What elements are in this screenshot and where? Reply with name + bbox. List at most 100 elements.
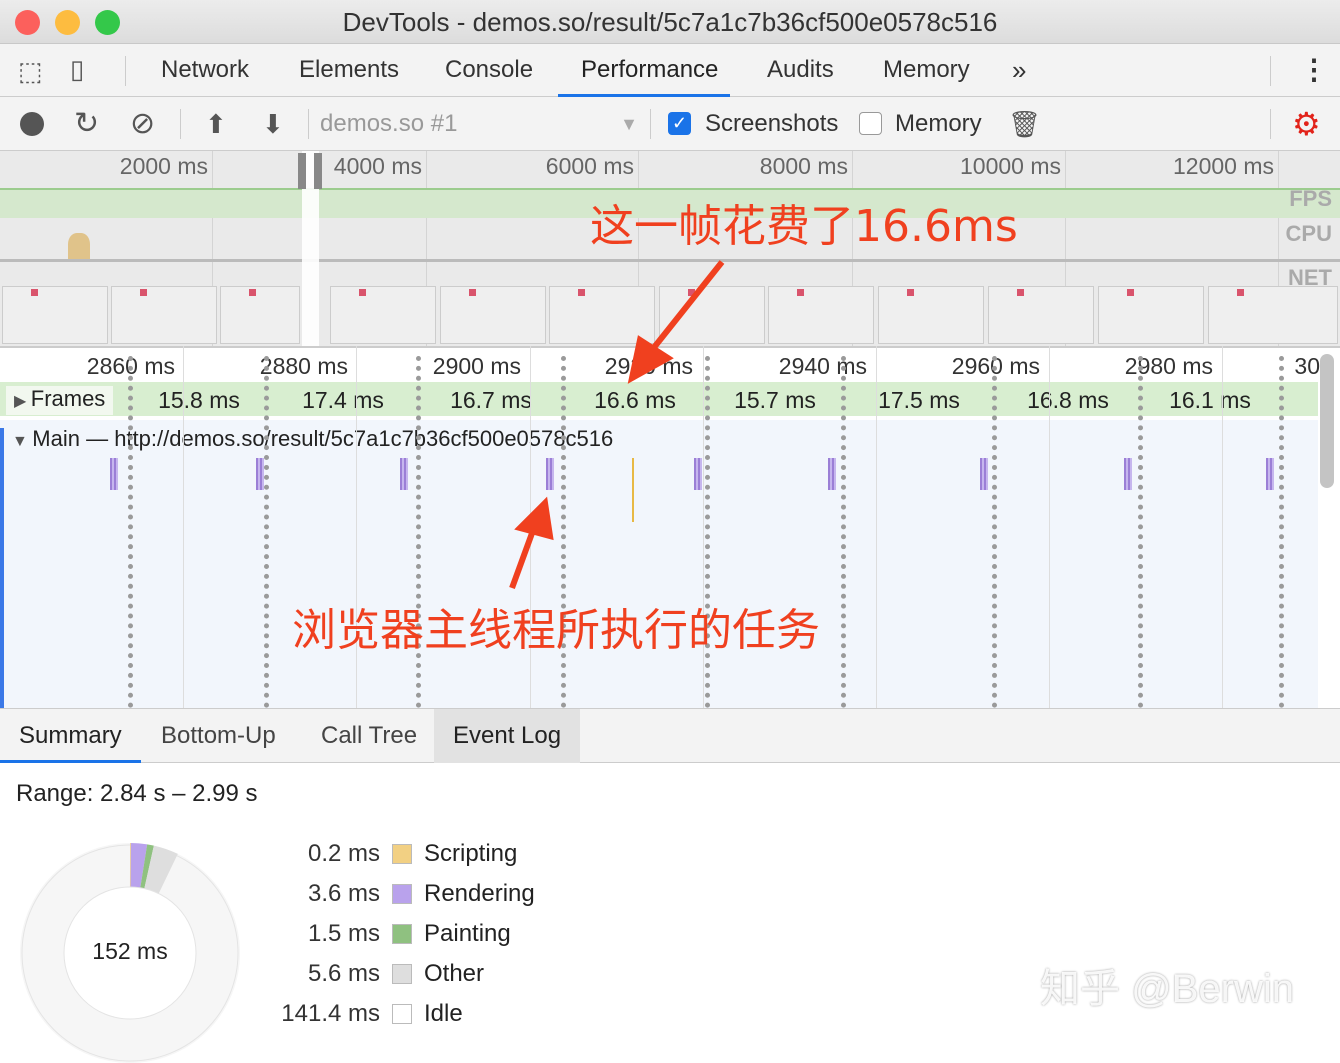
load-profile-icon[interactable]: ⬆ [205, 97, 227, 151]
rendering-task[interactable] [828, 458, 836, 490]
ruler-tick: 2940 ms [727, 350, 867, 382]
legend-label: Scripting [424, 840, 517, 867]
devtools-tab-bar: ⬚ ▯ Network Elements Console Performance… [0, 44, 1340, 97]
record-icon[interactable] [20, 112, 44, 136]
legend-painting: 1.5 ms Painting [270, 919, 570, 949]
details-tab-bar: Summary Bottom-Up Call Tree Event Log [0, 708, 1340, 763]
timeline-scrollbar[interactable] [1320, 354, 1334, 488]
target-select[interactable]: demos.so #1▼ [320, 97, 638, 151]
rendering-task[interactable] [694, 458, 702, 490]
frame-duration[interactable]: 17.4 ms [278, 382, 408, 418]
screenshot-thumbnail [768, 286, 874, 344]
frame-duration[interactable]: 15.7 ms [710, 382, 840, 418]
save-profile-icon[interactable]: ⬇ [262, 97, 284, 151]
ruler-tick: 30 [1180, 350, 1320, 382]
legend-value: 5.6 ms [270, 959, 380, 989]
main-track-header[interactable]: ▼ Main — http://demos.so/result/5c7a1c7b… [12, 426, 613, 452]
minimize-window-button[interactable] [55, 10, 80, 35]
tab-memory[interactable]: Memory [883, 44, 970, 97]
screenshot-thumbnail [330, 286, 436, 344]
legend-value: 3.6 ms [270, 879, 380, 909]
title-bar: DevTools - demos.so/result/5c7a1c7b36cf5… [0, 0, 1340, 44]
rendering-task[interactable] [256, 458, 264, 490]
screenshot-thumbnail [1208, 286, 1338, 344]
collapse-arrow-icon: ▼ [12, 433, 32, 450]
frame-duration[interactable]: 16.8 ms [1003, 382, 1133, 418]
tab-performance[interactable]: Performance [558, 44, 730, 97]
ruler-tick: 2860 ms [35, 350, 175, 382]
scripting-task[interactable] [632, 458, 634, 522]
legend-swatch [392, 924, 412, 944]
tab-audits[interactable]: Audits [767, 44, 834, 97]
frame-duration[interactable]: 16.6 ms [570, 382, 700, 418]
frame-boundary [992, 356, 997, 708]
inspect-element-icon[interactable]: ⬚ [18, 56, 43, 87]
more-options-icon[interactable]: ⋮ [1300, 44, 1328, 97]
device-toolbar-icon[interactable]: ▯ [70, 54, 84, 85]
rendering-task[interactable] [400, 458, 408, 490]
cpu-scripting-spike [68, 233, 90, 261]
capture-settings-gear-icon[interactable]: ⚙ [1292, 97, 1321, 151]
reload-record-icon[interactable]: ↻ [74, 97, 99, 151]
tab-event-log[interactable]: Event Log [434, 709, 580, 763]
frames-label: Frames [31, 386, 106, 411]
summary-range: Range: 2.84 s – 2.99 s [16, 780, 258, 808]
frame-duration[interactable]: 16.7 ms [426, 382, 556, 418]
performance-toolbar: ↻ ⊘ ⬆ ⬇ demos.so #1▼ ✓ Screenshots Memor… [0, 97, 1340, 151]
rendering-task[interactable] [110, 458, 118, 490]
screenshot-thumbnail [659, 286, 765, 344]
more-tabs-icon[interactable]: » [1012, 44, 1026, 97]
tab-bottom-up[interactable]: Bottom-Up [142, 709, 295, 763]
tab-call-tree[interactable]: Call Tree [302, 709, 436, 763]
rendering-task[interactable] [1266, 458, 1274, 490]
tab-elements[interactable]: Elements [299, 44, 399, 97]
rendering-task[interactable] [1124, 458, 1132, 490]
rendering-task[interactable] [980, 458, 988, 490]
legend-value: 1.5 ms [270, 919, 380, 949]
memory-label: Memory [895, 97, 982, 151]
maximize-window-button[interactable] [95, 10, 120, 35]
selection-left-handle[interactable] [298, 153, 306, 189]
overview-tick: 8000 ms [738, 153, 848, 180]
main-thread-annotation: 浏览器主线程所执行的任务 [292, 594, 820, 658]
donut-segment-other [149, 867, 168, 874]
ruler-tick: 2920 ms [553, 350, 693, 382]
frames-track-header[interactable]: ▶ Frames [6, 386, 113, 415]
legend-swatch [392, 964, 412, 984]
tab-summary[interactable]: Summary [0, 709, 141, 763]
watermark: 知乎 @Berwin [1040, 956, 1294, 1014]
legend-label: Painting [424, 920, 511, 947]
overview-tick: 2000 ms [98, 153, 208, 180]
screenshot-thumbnail [878, 286, 984, 344]
clear-icon[interactable]: ⊘ [130, 97, 155, 151]
tab-network[interactable]: Network [161, 44, 249, 97]
target-select-value: demos.so #1 [320, 110, 457, 137]
frame-duration[interactable]: 16.1 ms [1145, 382, 1275, 418]
main-thread-track[interactable]: ▼ Main — http://demos.so/result/5c7a1c7b… [0, 420, 1318, 708]
frame-duration[interactable]: 17.5 ms [854, 382, 984, 418]
legend-other: 5.6 msOther [270, 959, 570, 989]
legend-label: Rendering [424, 880, 535, 907]
fps-label: FPS [1289, 186, 1332, 212]
screenshots-checkbox[interactable]: ✓ [668, 112, 691, 135]
frame-boundary [1138, 356, 1143, 708]
screenshot-thumbnail [111, 286, 217, 344]
overview-tick: 10000 ms [951, 153, 1061, 180]
rendering-task[interactable] [546, 458, 554, 490]
cpu-graph [0, 259, 1340, 262]
screenshot-thumbnail [2, 286, 108, 344]
main-track-label: Main — http://demos.so/result/5c7a1c7b36… [32, 426, 613, 451]
legend-scripting: 0.2 msScripting [270, 839, 570, 869]
tab-console[interactable]: Console [445, 44, 533, 97]
frame-duration[interactable]: 15.8 ms [134, 382, 264, 418]
window-title: DevTools - demos.so/result/5c7a1c7b36cf5… [343, 7, 998, 37]
legend-value: 141.4 ms [270, 999, 380, 1029]
garbage-collect-icon[interactable]: 🗑 [1008, 97, 1041, 151]
expand-arrow-icon: ▶ [14, 393, 31, 410]
frames-track[interactable]: ▶ Frames 15.8 ms 17.4 ms 16.7 ms 16.6 ms… [0, 382, 1318, 416]
memory-checkbox[interactable] [859, 112, 882, 135]
close-window-button[interactable] [15, 10, 40, 35]
overview-tick: 12000 ms [1164, 153, 1274, 180]
frame-boundary [841, 356, 846, 708]
selection-right-handle[interactable] [314, 153, 322, 189]
